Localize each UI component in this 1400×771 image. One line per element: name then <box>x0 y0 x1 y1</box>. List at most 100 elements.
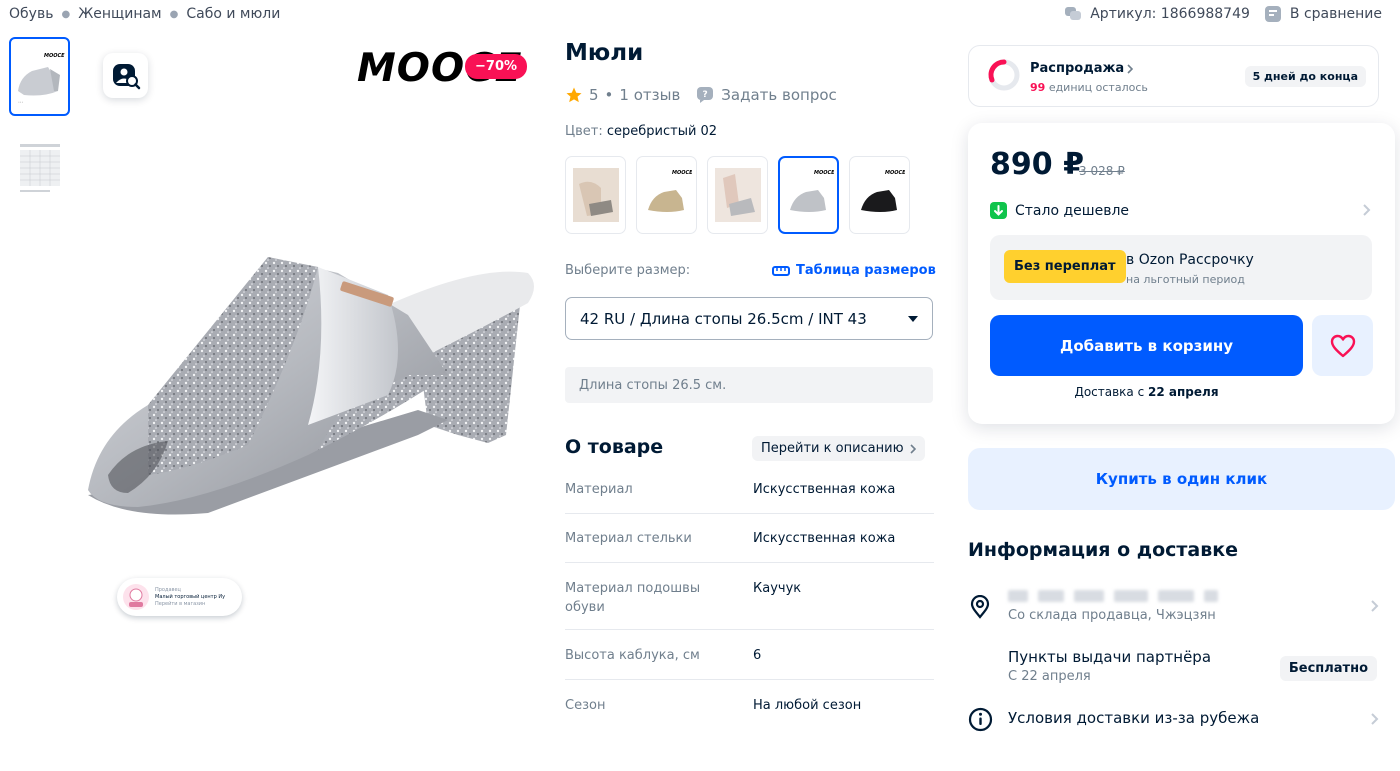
article-text: Артикул: 1866988749 <box>1090 6 1250 22</box>
breadcrumb-separator: ● <box>61 8 71 20</box>
delivery-prefix: Доставка с <box>1074 385 1145 399</box>
rating-value: 5 <box>589 86 599 104</box>
svg-text:MOOCE: MOOCE <box>44 53 65 59</box>
article-number[interactable]: Артикул: 1866988749 <box>1064 6 1250 22</box>
property-value: На любой сезон <box>753 698 862 713</box>
delivery-info-title: Информация о доставке <box>968 539 1239 561</box>
goto-description-button[interactable]: Перейти к описанию <box>752 436 925 461</box>
price-drop-row[interactable]: Стало дешевле <box>990 202 1129 219</box>
variant-image: MOOCE <box>860 170 905 212</box>
abroad-conditions-label: Условия доставки из-за рубежа <box>1008 709 1260 727</box>
color-variant[interactable] <box>565 156 626 234</box>
sale-progress-ring <box>988 59 1020 91</box>
variant-image: MOOCE <box>647 170 692 212</box>
compare-label: В сравнение <box>1289 6 1382 22</box>
breadcrumb-separator: ● <box>169 8 179 20</box>
redacted-address <box>1008 588 1228 606</box>
breadcrumb-item[interactable]: Сабо и мюли <box>186 6 280 22</box>
property-key: Материал <box>565 482 633 497</box>
color-variant[interactable]: MOOCE <box>636 156 697 234</box>
seller-chip[interactable]: Продавец Малый торговый центр Иу Перейти… <box>117 578 242 616</box>
add-to-cart-button[interactable]: Добавить в корзину <box>990 315 1303 376</box>
buy-one-click-button[interactable]: Купить в один клик <box>968 448 1395 510</box>
breadcrumb: Обувь ● Женщинам ● Сабо и мюли <box>9 6 280 22</box>
sale-title-text: Распродажа <box>1030 61 1125 76</box>
star-icon <box>566 87 582 103</box>
pickup-points-row[interactable]: Пункты выдачи партнёра С 22 апреля Беспл… <box>968 645 1379 689</box>
color-variant-selected[interactable]: MOOCE <box>778 156 839 234</box>
seller-chip-text: Продавец Малый торговый центр Иу Перейти… <box>155 587 225 608</box>
property-row: Материал стельки Искусственная кожа <box>565 514 934 563</box>
product-main-image[interactable] <box>88 245 543 530</box>
property-value: 6 <box>753 648 762 663</box>
color-variant[interactable]: MOOCE <box>849 156 910 234</box>
svg-text:•••: ••• <box>18 100 24 104</box>
property-row: Материал Искусственная кожа <box>565 470 934 514</box>
pickup-date: С 22 апреля <box>1008 669 1091 684</box>
color-variant[interactable] <box>707 156 768 234</box>
current-price: 890 ₽ <box>990 147 1084 182</box>
installment-title: в Ozon Рассрочку <box>1126 252 1254 268</box>
product-title: Мюли <box>565 40 644 66</box>
svg-text:MOOCE: MOOCE <box>672 170 692 176</box>
svg-text:MOOCE: MOOCE <box>814 170 834 176</box>
size-label: Выберите размер: <box>565 263 691 278</box>
arrow-down-icon <box>990 202 1007 219</box>
properties-list: Материал Искусственная кожа Материал сте… <box>565 470 934 724</box>
property-row: Сезон На любой сезон <box>565 680 934 724</box>
size-chart-thumbnail-image <box>19 143 60 192</box>
seller-name: Малый торговый центр Иу <box>155 593 226 600</box>
size-table-link[interactable]: Таблица размеров <box>772 263 936 278</box>
rating-separator: • <box>604 86 614 104</box>
svg-text:?: ? <box>703 90 708 100</box>
color-line: Цвет: серебристый 02 <box>565 124 717 139</box>
size-select[interactable]: 42 RU / Длина стопы 26.5cm / INT 43 <box>565 297 933 340</box>
property-key: Высота каблука, см <box>565 648 700 663</box>
installment-subtitle: на льготный период <box>1126 273 1245 286</box>
variant-image <box>572 168 619 222</box>
variant-image: MOOCE <box>789 170 834 212</box>
delivery-address-row[interactable]: Со склада продавца, Чжэцзян <box>968 588 1379 628</box>
installment-badge: Без переплат <box>1004 250 1126 283</box>
old-price: 3 028 ₽ <box>1079 164 1125 178</box>
gallery-thumbnail[interactable] <box>9 130 70 209</box>
about-title: О товаре <box>565 436 664 458</box>
property-key: Материал стельки <box>565 531 692 546</box>
ask-question-button[interactable]: ? Задать вопрос <box>696 86 837 104</box>
goto-description-label: Перейти к описанию <box>761 441 904 456</box>
ruler-icon <box>772 265 790 276</box>
abroad-conditions-row[interactable]: Условия доставки из-за рубежа <box>968 706 1379 734</box>
chevron-right-icon <box>1127 63 1134 74</box>
price-drop-label: Стало дешевле <box>1015 202 1130 219</box>
location-pin-icon <box>970 595 990 619</box>
reviews-link[interactable]: 1 отзыв <box>619 86 680 104</box>
top-right-actions: Артикул: 1866988749 В сравнение <box>1064 5 1382 23</box>
favorite-button[interactable] <box>1312 315 1373 376</box>
price-card: 890 ₽ 3 028 ₽ Стало дешевле Без переплат… <box>968 123 1395 424</box>
breadcrumb-item[interactable]: Обувь <box>9 6 53 22</box>
seller-chip-label: Продавец <box>155 586 181 593</box>
sale-units-left: 99 единиц осталось <box>1030 81 1148 94</box>
compare-button[interactable]: В сравнение <box>1264 5 1382 23</box>
property-row: Материал подошвы обуви Каучук <box>565 563 934 630</box>
gallery-thumbnail[interactable]: MOOCE ••• <box>9 37 70 116</box>
chat-icon <box>1065 7 1082 20</box>
breadcrumb-item[interactable]: Женщинам <box>78 6 161 22</box>
size-selected-value: 42 RU / Длина стопы 26.5cm / INT 43 <box>580 309 867 328</box>
chevron-right-icon <box>1371 600 1379 612</box>
compare-icon <box>1264 6 1281 22</box>
sale-card[interactable]: Распродажа 99 единиц осталось 5 дней до … <box>968 45 1379 107</box>
heart-icon <box>1330 334 1355 357</box>
image-search-icon <box>112 63 140 89</box>
property-value: Искусственная кожа <box>753 531 896 546</box>
sale-units-text: единиц осталось <box>1048 81 1148 94</box>
pickup-title: Пункты выдачи партнёра <box>1008 648 1212 666</box>
color-value: серебристый 02 <box>606 124 718 139</box>
property-value: Искусственная кожа <box>753 482 896 497</box>
property-row: Высота каблука, см 6 <box>565 630 934 680</box>
installment-block[interactable]: Без переплат в Ozon Рассрочку на льготны… <box>990 235 1372 300</box>
seller-chip-action: Перейти в магазин <box>155 600 206 607</box>
delivery-date: 22 апреля <box>1148 385 1219 399</box>
chevron-right-icon <box>909 443 916 454</box>
image-search-button[interactable] <box>103 53 148 98</box>
